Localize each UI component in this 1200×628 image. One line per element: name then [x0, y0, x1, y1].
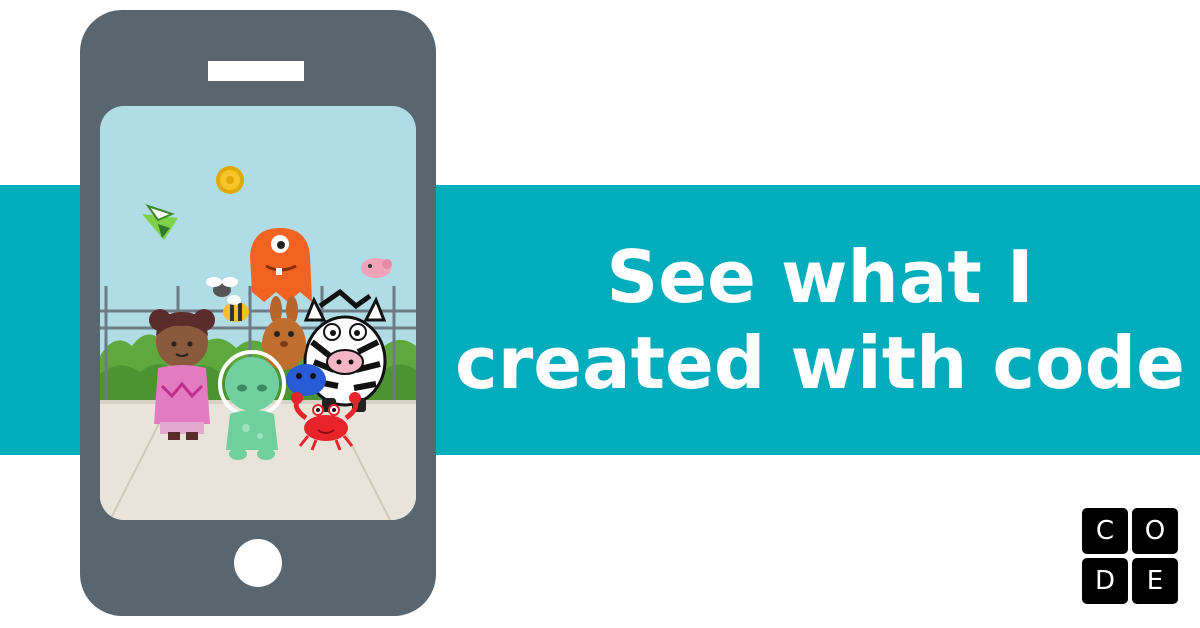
- share-card: See what I created with code C O D E: [0, 0, 1200, 628]
- phone-speaker: [208, 61, 304, 81]
- blue-creature: [286, 364, 326, 396]
- phone-screen: [100, 106, 416, 520]
- logo-letter-o: O: [1132, 508, 1178, 554]
- logo-letter-e: E: [1132, 558, 1178, 604]
- girl-character: [149, 309, 215, 440]
- phone-illustration: [80, 10, 436, 616]
- code-org-logo: C O D E: [1082, 508, 1178, 604]
- game-scene: [100, 106, 416, 520]
- headline-line-1: See what I: [606, 234, 1034, 319]
- logo-letter-d: D: [1082, 558, 1128, 604]
- headline-line-2: created with code: [455, 321, 1185, 405]
- coin-icon: [216, 166, 244, 194]
- headline: See what I created with code: [440, 185, 1200, 455]
- home-button-icon: [234, 539, 282, 587]
- logo-letter-c: C: [1082, 508, 1128, 554]
- orange-monster: [250, 228, 312, 302]
